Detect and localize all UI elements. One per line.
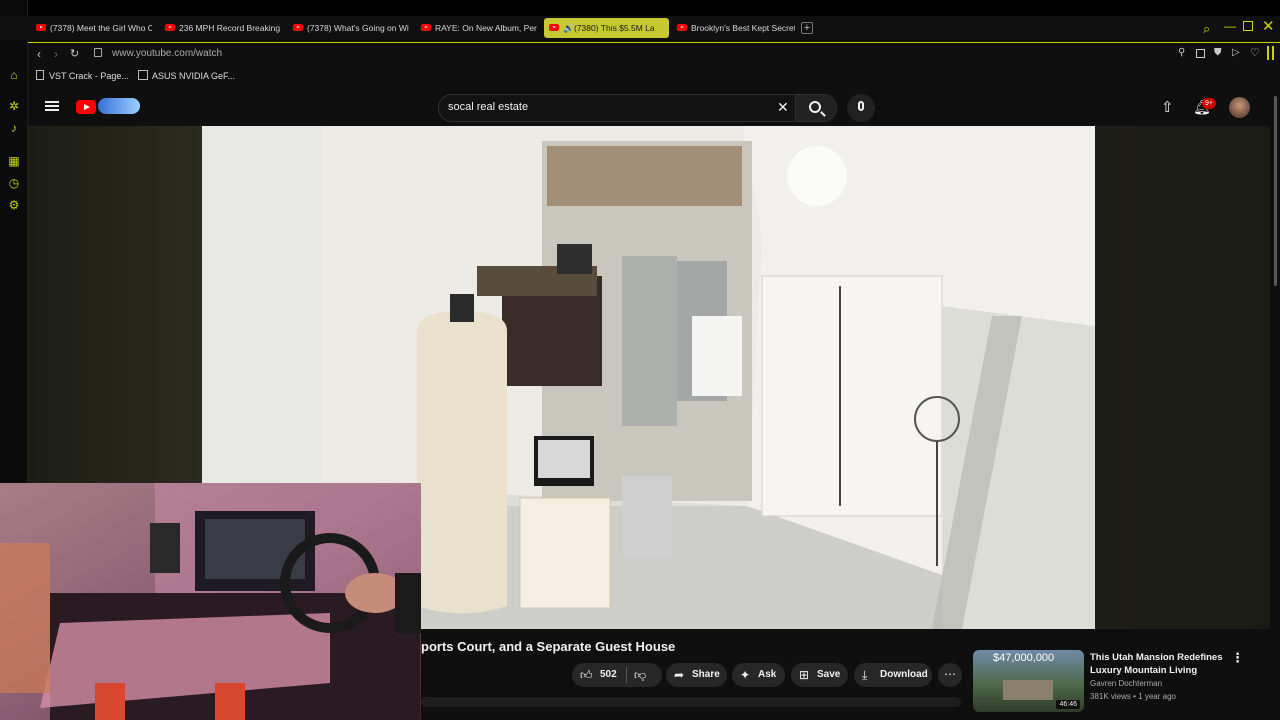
- recommendation-meta: 381K views • 1 year ago: [1090, 692, 1176, 701]
- browser-tab[interactable]: (7378) What's Going on With: [291, 18, 409, 38]
- tab-title: Brooklyn's Best Kept Secret: [691, 23, 795, 33]
- thumbs-down-icon[interactable]: 👎︎: [634, 663, 646, 687]
- tiktok-icon[interactable]: ♪: [7, 121, 21, 135]
- menu-bar-icon[interactable]: [1272, 46, 1274, 60]
- share-icon: ➦: [674, 668, 685, 682]
- settings-gear-icon[interactable]: ⚙: [7, 198, 21, 212]
- download-icon: ⤓: [862, 668, 868, 682]
- chatgpt-icon[interactable]: ✲: [7, 99, 21, 113]
- shield-icon[interactable]: ⛊: [1214, 47, 1222, 58]
- webcam-overlay: [0, 483, 421, 720]
- ask-button[interactable]: ✦ Ask: [732, 663, 785, 687]
- youtube-favicon-icon: [36, 24, 46, 31]
- heart-icon[interactable]: ♡: [1250, 46, 1260, 59]
- bookmark-item[interactable]: VST Crack - Page...: [49, 71, 129, 81]
- download-button[interactable]: ⤓ Download: [854, 663, 932, 687]
- recommendation-title-line: Luxury Mountain Living: [1090, 665, 1198, 676]
- video-title: ports Court, and a Separate Guest House: [421, 639, 676, 654]
- youtube-favicon-icon: [677, 24, 687, 31]
- messenger-icon[interactable]: ⌂: [7, 68, 21, 82]
- save-label: Save: [817, 669, 841, 680]
- save-button[interactable]: ⊞ Save: [791, 663, 848, 687]
- description-box[interactable]: [421, 697, 961, 707]
- browser-tab[interactable]: (7378) Meet the Girl Who Ch: [34, 18, 152, 38]
- close-window-icon[interactable]: ✕: [1262, 17, 1275, 35]
- speaker-icon: 🔊: [563, 23, 575, 33]
- history-icon[interactable]: ◷: [7, 176, 21, 190]
- youtube-favicon-icon: [549, 24, 559, 31]
- search-input[interactable]: socal real estate: [448, 101, 528, 113]
- top-strip: [0, 0, 1280, 16]
- bookmark-icon: ⊞: [799, 668, 810, 682]
- forward-icon[interactable]: ›: [54, 47, 58, 61]
- hamburger-menu-icon[interactable]: [45, 101, 59, 111]
- reload-icon[interactable]: ↻: [70, 47, 79, 60]
- extensions-icon[interactable]: ▦: [7, 154, 21, 168]
- browser-tab[interactable]: 236 MPH Record Breaking Ja: [163, 18, 281, 38]
- menu-bar-icon[interactable]: [1267, 46, 1269, 60]
- divider: [626, 667, 627, 683]
- search-icon: [820, 111, 826, 117]
- scrollbar-thumb[interactable]: [1274, 96, 1277, 286]
- ask-label: Ask: [758, 669, 777, 680]
- bookmark-item[interactable]: ASUS NVIDIA GeF...: [152, 71, 235, 81]
- recommendation-thumbnail[interactable]: $47,000,000 46:46: [973, 650, 1084, 712]
- sparkle-icon: ✦: [740, 668, 751, 682]
- back-icon[interactable]: ‹: [37, 47, 41, 61]
- microphone-icon: [858, 101, 864, 111]
- clear-search-icon[interactable]: ✕: [777, 99, 789, 116]
- youtube-favicon-icon: [293, 24, 303, 31]
- share-button[interactable]: ➦ Share: [666, 663, 727, 687]
- like-dislike-group: 👍︎ 502 👎︎: [572, 663, 662, 687]
- like-count[interactable]: 502: [600, 669, 617, 680]
- tab-title: (7378) Meet the Girl Who Ch: [50, 23, 152, 33]
- thumbs-up-icon[interactable]: 👍︎: [580, 663, 593, 687]
- recommendation-title[interactable]: This Utah Mansion Redefines Luxury Mount…: [1090, 651, 1223, 677]
- browser-tab[interactable]: RAYE: On New Album, Perso: [419, 18, 537, 38]
- tab-title: (7380) This $5.5M La: [574, 23, 655, 33]
- recommendation-channel[interactable]: Gavren Dochterman: [1090, 679, 1162, 688]
- tab-title: (7378) What's Going on With: [307, 23, 409, 33]
- browser-tab[interactable]: Brooklyn's Best Kept Secret: [675, 18, 795, 38]
- url-field[interactable]: www.youtube.com/watch: [112, 48, 222, 59]
- share-label: Share: [692, 669, 720, 680]
- recommendation-title-line: This Utah Mansion Redefines: [1090, 652, 1223, 663]
- new-tab-button[interactable]: +: [801, 22, 813, 34]
- webcam-frame: [0, 483, 421, 720]
- asus-favicon-icon: [138, 70, 148, 80]
- search-tabs-icon[interactable]: ⌕: [1203, 21, 1210, 37]
- mansion-shape: [1003, 680, 1053, 700]
- tab-title: 236 MPH Record Breaking Ja: [179, 23, 281, 33]
- play-icon[interactable]: ▷: [1232, 47, 1240, 58]
- youtube-logo-icon[interactable]: [76, 100, 96, 114]
- youtube-favicon-icon: [165, 24, 175, 31]
- thumbnail-duration: 46:46: [1056, 700, 1080, 709]
- upload-icon[interactable]: ⇧: [1161, 98, 1174, 116]
- tab-title: RAYE: On New Album, Perso: [435, 23, 537, 33]
- lock-icon: [94, 48, 102, 57]
- youtube-favicon-icon: [421, 24, 431, 31]
- pin-icon[interactable]: ⚲: [1178, 47, 1185, 58]
- maximize-icon[interactable]: [1243, 21, 1253, 31]
- download-label: Download: [880, 669, 928, 680]
- avatar[interactable]: [1229, 97, 1250, 118]
- thumbnail-price: $47,000,000: [993, 652, 1055, 664]
- notification-badge: 9+: [1202, 98, 1216, 109]
- search-button[interactable]: [795, 94, 837, 122]
- page-icon: [36, 70, 44, 80]
- minimize-icon[interactable]: —: [1224, 19, 1236, 33]
- more-actions-button[interactable]: ⋯: [938, 663, 962, 687]
- browser-tab-active[interactable]: 🔊 (7380) This $5.5M La: [544, 18, 669, 38]
- snapshot-icon[interactable]: [1196, 49, 1205, 58]
- voice-search-button[interactable]: [847, 94, 875, 122]
- youtube-doodle-icon[interactable]: [98, 98, 140, 114]
- recommendation-menu-icon[interactable]: ⋮: [1231, 650, 1244, 666]
- page-scrollbar[interactable]: [1271, 88, 1280, 720]
